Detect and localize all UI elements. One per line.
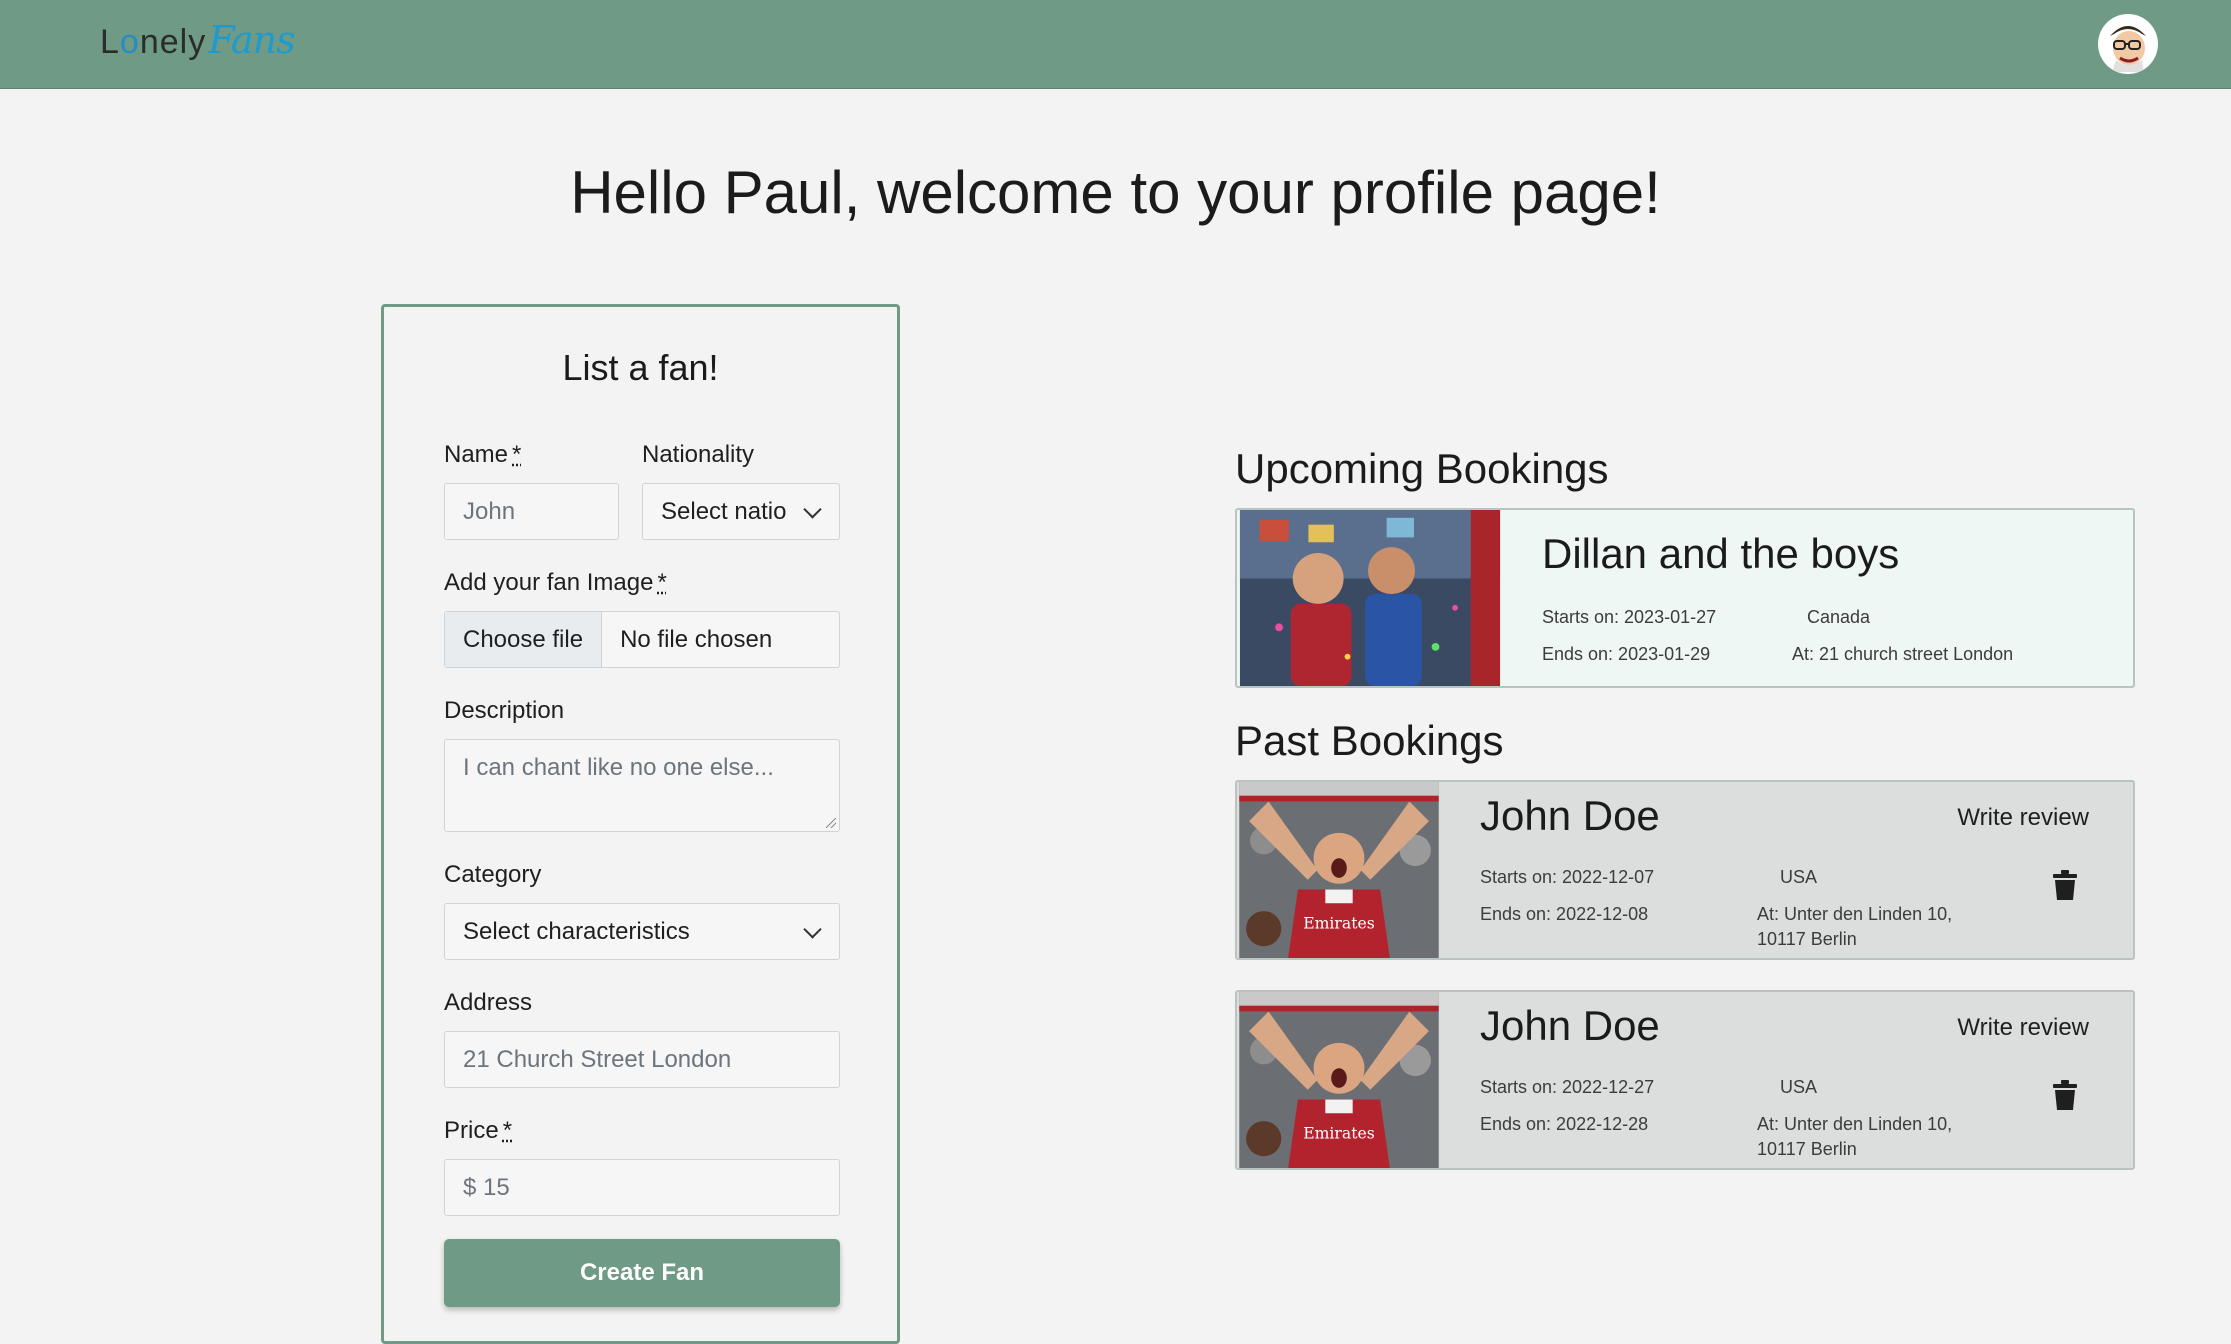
page-title: Hello Paul, welcome to your profile page… xyxy=(570,159,1661,226)
chevron-down-icon xyxy=(803,919,822,939)
required-mark: * xyxy=(502,1117,513,1144)
fan-image-label: Add your fan Image * xyxy=(444,569,667,596)
booking-end-date: Ends on: 2022-12-28 xyxy=(1480,1114,1649,1134)
booking-end-date: Ends on: 2023-01-29 xyxy=(1542,644,1711,664)
write-review-link[interactable]: Write review xyxy=(1957,804,2089,832)
top-navbar: Lonely Fans xyxy=(0,0,2231,89)
nationality-select[interactable]: Select natio xyxy=(642,483,840,540)
choose-file-button[interactable]: Choose file xyxy=(445,612,603,667)
upcoming-booking-card[interactable]: Dillan and the boys Starts on: 2023-01-2… xyxy=(1235,508,2135,688)
booking-fan-name: Dillan and the boys xyxy=(1542,530,1900,577)
past-bookings-title: Past Bookings xyxy=(1235,717,1504,764)
avatar-face-icon xyxy=(2099,15,2157,73)
svg-text:Emirates: Emirates xyxy=(1303,1124,1375,1143)
svg-text:Emirates: Emirates xyxy=(1303,914,1375,933)
booking-fan-name: John Doe xyxy=(1480,792,1660,839)
description-label: Description xyxy=(444,697,565,724)
price-label: Price * xyxy=(444,1117,513,1144)
nationality-label: Nationality xyxy=(642,441,755,468)
create-fan-button[interactable]: Create Fan xyxy=(444,1239,840,1307)
trash-icon[interactable] xyxy=(2053,870,2077,900)
price-input[interactable]: $ 15 xyxy=(444,1159,840,1216)
booking-end-date: Ends on: 2022-12-08 xyxy=(1480,904,1649,924)
fan-photo-image: Emirates xyxy=(1239,992,1439,1168)
booking-start-date: Starts on: 2023-01-27 xyxy=(1542,607,1717,627)
address-input[interactable]: 21 Church Street London xyxy=(444,1031,840,1088)
booking-country: Canada xyxy=(1807,607,1871,627)
name-label: Name * xyxy=(444,441,522,468)
fan-photo-image: Emirates xyxy=(1239,782,1439,958)
required-mark: * xyxy=(657,569,667,596)
past-booking-card[interactable]: Emirates John Doe Write review Starts on… xyxy=(1235,990,2135,1170)
booking-address: At: 21 church street London xyxy=(1792,644,2014,664)
booking-address-line1: At: Unter den Linden 10, xyxy=(1757,904,1953,924)
booking-address-line2: 10117 Berlin xyxy=(1757,1139,1857,1159)
form-title: List a fan! xyxy=(562,347,719,388)
list-fan-form: List a fan! Name * Nationality John Selec… xyxy=(381,304,900,1344)
upcoming-bookings-title: Upcoming Bookings xyxy=(1235,445,1609,492)
lonelyfans-logo[interactable]: Lonely Fans xyxy=(100,18,296,68)
booking-address-line2: 10117 Berlin xyxy=(1757,929,1857,949)
booking-start-date: Starts on: 2022-12-27 xyxy=(1480,1077,1655,1097)
user-avatar-icon[interactable] xyxy=(2098,14,2158,74)
booking-address-line1: At: Unter den Linden 10, xyxy=(1757,1114,1953,1134)
no-file-text: No file chosen xyxy=(620,625,773,653)
category-select[interactable]: Select characteristics xyxy=(444,903,840,960)
fan-image-file-input[interactable]: Choose file No file chosen xyxy=(444,611,840,668)
category-label: Category xyxy=(444,861,542,888)
trash-icon[interactable] xyxy=(2053,1080,2077,1110)
booking-country: USA xyxy=(1780,867,1818,887)
booking-country: USA xyxy=(1780,1077,1818,1097)
required-mark: * xyxy=(512,441,522,468)
fan-photo-image xyxy=(1239,510,1501,686)
booking-fan-name: John Doe xyxy=(1480,1002,1660,1049)
description-textarea[interactable]: I can chant like no one else... xyxy=(444,739,840,832)
write-review-link[interactable]: Write review xyxy=(1957,1014,2089,1042)
resize-handle-icon[interactable] xyxy=(826,818,836,828)
address-label: Address xyxy=(444,989,533,1016)
chevron-down-icon xyxy=(803,499,822,519)
past-booking-card[interactable]: Emirates John Doe Write review Starts on… xyxy=(1235,780,2135,960)
name-input[interactable]: John xyxy=(444,483,619,540)
booking-start-date: Starts on: 2022-12-07 xyxy=(1480,867,1655,887)
